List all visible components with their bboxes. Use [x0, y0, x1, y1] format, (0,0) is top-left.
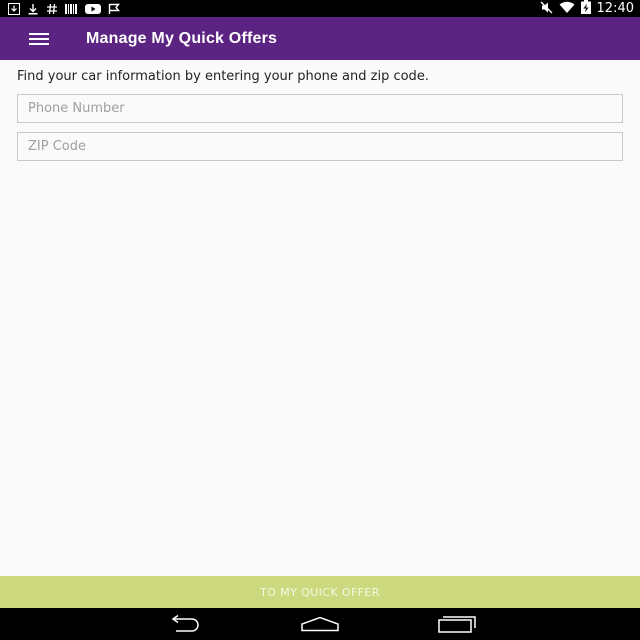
system-icons: 12:40	[540, 0, 634, 18]
hash-icon	[46, 3, 58, 15]
hamburger-menu-icon[interactable]	[22, 25, 56, 53]
zip-code-input[interactable]	[17, 132, 623, 161]
notification-icons	[8, 1, 121, 16]
wifi-icon	[559, 0, 575, 18]
status-bar: 12:40	[0, 0, 640, 17]
status-time: 12:40	[596, 1, 634, 16]
instructions-text: Find your car information by entering yo…	[17, 69, 429, 84]
page-title: Manage My Quick Offers	[86, 30, 278, 47]
youtube-icon	[85, 3, 101, 15]
mute-icon	[540, 0, 553, 18]
barcode-icon	[65, 3, 78, 15]
recent-apps-icon[interactable]	[433, 612, 481, 636]
back-icon[interactable]	[160, 612, 208, 636]
phone-number-input[interactable]	[17, 94, 623, 123]
flag-icon	[108, 3, 121, 15]
download-box-icon	[8, 2, 20, 15]
navigation-bar	[0, 608, 640, 640]
app-bar: Manage My Quick Offers	[0, 17, 640, 60]
to-my-quick-offer-button[interactable]: TO MY QUICK OFFER	[0, 576, 640, 608]
battery-charging-icon	[580, 0, 591, 18]
home-icon[interactable]	[296, 612, 344, 636]
download-icon	[27, 3, 39, 15]
